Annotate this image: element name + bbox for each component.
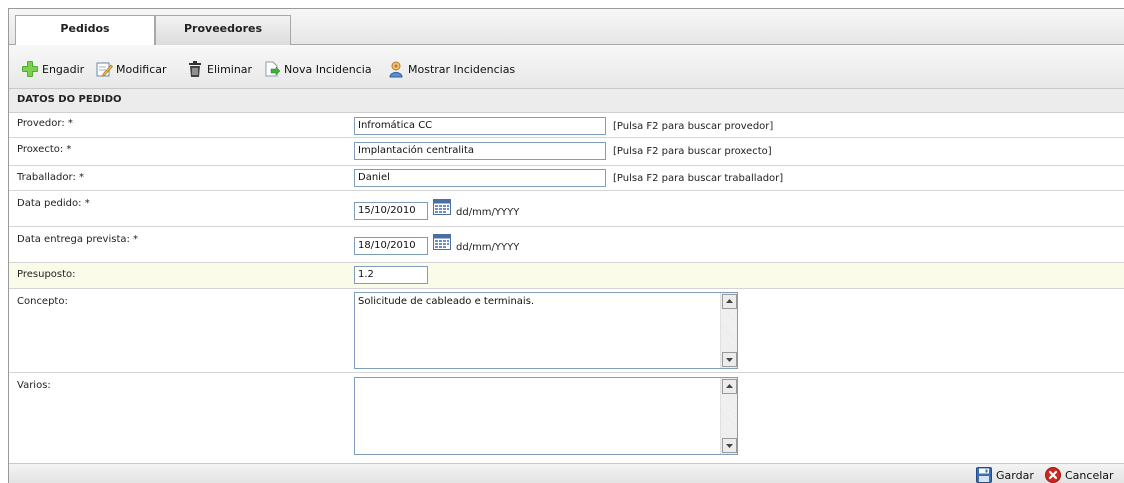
toolbar: Engadir Modificar Eliminar Nova Incidenc…: [9, 45, 1124, 89]
add-icon: [22, 61, 38, 77]
order-date-input[interactable]: 15/10/2010: [354, 202, 428, 220]
concept-scrollbar[interactable]: [720, 293, 737, 368]
calendar-icon[interactable]: [433, 199, 451, 215]
footer-bar: Gardar Cancelar: [9, 463, 1124, 483]
delivery-date-format: dd/mm/YYYY: [456, 242, 520, 253]
section-header: DATOS DO PEDIDO: [9, 89, 1124, 113]
edit-icon: [96, 62, 113, 77]
new-incident-button[interactable]: Nova Incidencia: [263, 59, 372, 79]
worker-hint: [Pulsa F2 para buscar traballador]: [613, 173, 784, 184]
misc-textarea[interactable]: [354, 377, 738, 455]
cancel-icon: [1045, 467, 1061, 483]
project-hint: [Pulsa F2 para buscar proxecto]: [613, 146, 772, 157]
arrow-down-icon: [726, 444, 733, 448]
delivery-date-input[interactable]: 18/10/2010: [354, 237, 428, 255]
edit-button[interactable]: Modificar: [95, 59, 167, 79]
edit-label: Modificar: [116, 62, 167, 76]
cancel-label: Cancelar: [1065, 468, 1114, 482]
scroll-down-button[interactable]: [722, 352, 737, 367]
add-button[interactable]: Engadir: [21, 59, 84, 79]
provider-label: Provedor: *: [17, 118, 73, 129]
arrow-up-icon: [726, 299, 733, 303]
worker-row: Traballador: * Daniel [Pulsa F2 para bus…: [9, 166, 1124, 191]
tab-proveedores[interactable]: Proveedores: [155, 15, 291, 45]
budget-label: Presuposto:: [17, 269, 76, 280]
new-incident-label: Nova Incidencia: [284, 62, 372, 76]
provider-hint: [Pulsa F2 para buscar provedor]: [613, 121, 774, 132]
delete-button[interactable]: Eliminar: [186, 59, 252, 79]
concept-label: Concepto:: [17, 296, 68, 307]
delivery-date-label: Data entrega prevista: *: [17, 234, 139, 245]
concept-row: Concepto: Solicitude de cableado e termi…: [9, 289, 1124, 373]
show-incidents-label: Mostrar Incidencias: [408, 62, 516, 76]
arrow-down-icon: [726, 358, 733, 362]
worker-input[interactable]: Daniel: [354, 169, 606, 187]
order-form-panel: Pedidos Proveedores Engadir Modificar El…: [8, 8, 1124, 483]
concept-text: Solicitude de cableado e terminais.: [358, 296, 535, 307]
misc-row: Varios:: [9, 373, 1124, 463]
project-input[interactable]: Implantación centralita: [354, 142, 606, 160]
arrow-up-icon: [726, 384, 733, 388]
provider-input[interactable]: Infromática CC: [354, 117, 606, 135]
save-icon: [976, 467, 992, 483]
delivery-date-row: Data entrega prevista: * 18/10/2010 dd/m…: [9, 227, 1124, 263]
concept-textarea[interactable]: Solicitude de cableado e terminais.: [354, 292, 738, 369]
save-label: Gardar: [996, 468, 1034, 482]
scroll-up-button[interactable]: [722, 294, 737, 309]
project-row: Proxecto: * Implantación centralita [Pul…: [9, 138, 1124, 166]
show-incidents-button[interactable]: Mostrar Incidencias: [387, 59, 515, 79]
add-label: Engadir: [42, 62, 85, 76]
new-incident-icon: [265, 61, 281, 77]
budget-input[interactable]: 1.2: [354, 266, 428, 284]
project-label: Proxecto: *: [17, 144, 72, 155]
order-date-label: Data pedido: *: [17, 198, 90, 209]
show-incidents-icon: [389, 61, 403, 78]
scroll-up-button[interactable]: [722, 379, 737, 394]
tab-strip: Pedidos Proveedores: [9, 9, 1124, 46]
cancel-button[interactable]: Cancelar: [1045, 466, 1114, 483]
save-button[interactable]: Gardar: [976, 466, 1034, 483]
delete-label: Eliminar: [207, 62, 253, 76]
misc-label: Varios:: [17, 380, 51, 391]
calendar-icon[interactable]: [433, 234, 451, 250]
scroll-down-button[interactable]: [722, 438, 737, 453]
misc-scrollbar[interactable]: [720, 378, 737, 454]
budget-row: Presuposto: 1.2: [9, 263, 1124, 289]
tab-pedidos[interactable]: Pedidos: [15, 15, 155, 46]
order-date-row: Data pedido: * 15/10/2010 dd/mm/YYYY: [9, 191, 1124, 227]
order-date-format: dd/mm/YYYY: [456, 207, 520, 218]
provider-row: Provedor: * Infromática CC [Pulsa F2 par…: [9, 113, 1124, 138]
worker-label: Traballador: *: [17, 172, 84, 183]
delete-icon: [189, 61, 201, 77]
